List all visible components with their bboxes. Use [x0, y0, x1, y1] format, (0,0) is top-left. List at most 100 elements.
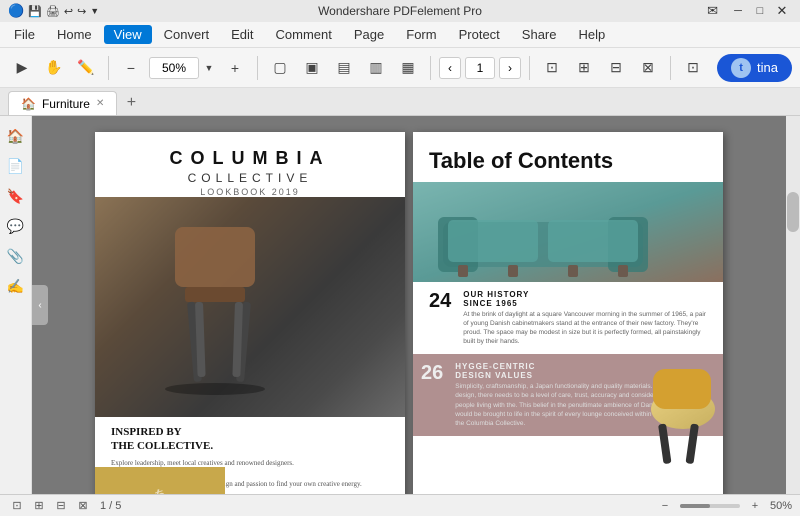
- pdf-page-left: COLUMBIA COLLECTIVE LOOKBOOK 2019: [95, 132, 405, 494]
- tab-close-button[interactable]: ✕: [96, 98, 104, 109]
- zoom-out-status-button[interactable]: −: [656, 497, 674, 515]
- title-bar-left-icons: 🔵 💾 🖨 ↩ ↪ ▼: [8, 3, 99, 19]
- menu-bar: File Home View Convert Edit Comment Page…: [0, 22, 800, 48]
- page-navigation: ‹ ›: [439, 57, 521, 79]
- two-page-view-button[interactable]: ▤: [330, 54, 358, 82]
- mail-icon[interactable]: ✉: [707, 3, 718, 19]
- menu-comment[interactable]: Comment: [266, 25, 342, 44]
- menu-home[interactable]: Home: [47, 25, 102, 44]
- zoom-dropdown-button[interactable]: ▼: [201, 54, 217, 82]
- status-bar-right: − + 50%: [656, 497, 792, 515]
- page-prev-button[interactable]: ‹: [439, 57, 461, 79]
- menu-convert[interactable]: Convert: [154, 25, 220, 44]
- sidebar-signature-icon[interactable]: ✍: [4, 274, 28, 298]
- minimize-button[interactable]: ─: [728, 3, 748, 19]
- toolbar: ▶ ✋ ✏️ − ▼ + ▢ ▣ ▤ ▥ ▦ ‹ › ⊡ ⊞ ⊟ ⊠ ⊡ t t…: [0, 48, 800, 88]
- window-title: Wondershare PDFelement Pro: [318, 4, 482, 18]
- status-bar: ⊡ ⊞ ⊟ ⊠ 1 / 5 − + 50%: [0, 494, 800, 516]
- window-controls: ✉ ─ □ ✕: [707, 3, 792, 19]
- status-single-page-icon[interactable]: ⊡: [8, 497, 26, 515]
- zoom-out-button[interactable]: −: [117, 54, 145, 82]
- menu-view[interactable]: View: [104, 25, 152, 44]
- zoom-control: ▼: [149, 54, 217, 82]
- left-sidebar: 🏠 📄 🔖 💬 📎 ✍: [0, 116, 32, 494]
- zoom-slider-fill: [680, 504, 710, 508]
- chair-image: [95, 197, 405, 417]
- toc-num-1: 24: [429, 290, 451, 346]
- yellow-chair-image: [633, 354, 723, 435]
- zoom-slider[interactable]: [680, 504, 740, 508]
- zoom-in-status-button[interactable]: +: [746, 497, 764, 515]
- two-continuous-view-button[interactable]: ▥: [362, 54, 390, 82]
- redo-icon[interactable]: ↪: [77, 5, 86, 18]
- fit-width-button[interactable]: ▦: [394, 54, 422, 82]
- sidebar-pages-icon[interactable]: 📄: [4, 154, 28, 178]
- tab-furniture[interactable]: 🏠 Furniture ✕: [8, 91, 117, 115]
- sidebar-home-icon[interactable]: 🏠: [4, 124, 28, 148]
- edit-tool-button[interactable]: ✏️: [72, 54, 100, 82]
- page-number-input[interactable]: [465, 57, 495, 79]
- toolbar-separator-4: [529, 56, 530, 80]
- menu-form[interactable]: Form: [396, 25, 446, 44]
- quick-print-icon[interactable]: 🖨: [46, 5, 60, 18]
- zoom-input[interactable]: [149, 57, 199, 79]
- status-grid-icon[interactable]: ⊠: [74, 497, 92, 515]
- dropdown-arrow-icon[interactable]: ▼: [90, 6, 99, 16]
- page-lookbook: LOOKBOOK 2019: [95, 187, 405, 197]
- single-page-view-button[interactable]: ▢: [266, 54, 294, 82]
- title-bar: 🔵 💾 🖨 ↩ ↪ ▼ Wondershare PDFelement Pro ✉…: [0, 0, 800, 22]
- menu-share[interactable]: Share: [512, 25, 567, 44]
- app-icon: 🔵: [8, 3, 24, 19]
- sofa-image: [413, 182, 723, 282]
- page-info-label: 1 / 5: [100, 500, 121, 512]
- undo-icon[interactable]: ↩: [64, 5, 73, 18]
- sidebar-bookmark-icon[interactable]: 🔖: [4, 184, 28, 208]
- status-view-icons: ⊡ ⊞ ⊟ ⊠: [8, 497, 92, 515]
- quick-save-icon[interactable]: 💾: [28, 5, 42, 18]
- toc-num-2: 26: [421, 362, 443, 427]
- status-continuous-icon[interactable]: ⊞: [30, 497, 48, 515]
- split-view-button[interactable]: ⊟: [602, 54, 630, 82]
- status-bar-left: ⊡ ⊞ ⊟ ⊠ 1 / 5: [8, 497, 121, 515]
- select-tool-button[interactable]: ▶: [8, 54, 36, 82]
- hand-tool-button[interactable]: ✋: [40, 54, 68, 82]
- zoom-in-button[interactable]: +: [221, 54, 249, 82]
- tab-bar: 🏠 Furniture ✕ +: [0, 88, 800, 116]
- tab-home-icon: 🏠: [21, 97, 36, 111]
- menu-edit[interactable]: Edit: [221, 25, 263, 44]
- zoom-percentage-label: 50%: [770, 500, 792, 512]
- toc-heading-1: OUR HISTORYSINCE 1965: [463, 290, 707, 308]
- menu-protect[interactable]: Protect: [449, 25, 510, 44]
- new-tab-button[interactable]: +: [121, 93, 141, 113]
- scrollbar-thumb[interactable]: [787, 192, 799, 232]
- compare-button[interactable]: ⊡: [679, 54, 707, 82]
- menu-help[interactable]: Help: [569, 25, 616, 44]
- sidebar-comment-icon[interactable]: 💬: [4, 214, 28, 238]
- menu-file[interactable]: File: [4, 25, 45, 44]
- grid-view-button[interactable]: ⊠: [634, 54, 662, 82]
- toolbar-separator-5: [670, 56, 671, 80]
- fit-page-button[interactable]: ⊡: [538, 54, 566, 82]
- toolbar-separator-1: [108, 56, 109, 80]
- toolbar-separator-2: [257, 56, 258, 80]
- toc-body-1: At the brink of daylight at a square Van…: [463, 310, 707, 346]
- chair-svg: [95, 197, 405, 417]
- user-name-label: tina: [757, 60, 778, 75]
- gold-accent-block: ℏ: [95, 467, 225, 494]
- menu-page[interactable]: Page: [344, 25, 394, 44]
- toc-text-1: OUR HISTORYSINCE 1965 At the brink of da…: [463, 290, 707, 346]
- continuous-view-button[interactable]: ▣: [298, 54, 326, 82]
- right-scrollbar[interactable]: [786, 116, 800, 494]
- brand-logo-icon: ℏ: [154, 487, 165, 495]
- page-next-button[interactable]: ›: [499, 57, 521, 79]
- sidebar-attachment-icon[interactable]: 📎: [4, 244, 28, 268]
- status-two-page-icon[interactable]: ⊟: [52, 497, 70, 515]
- maximize-button[interactable]: □: [750, 3, 770, 19]
- actual-size-button[interactable]: ⊞: [570, 54, 598, 82]
- main-area: 🏠 📄 🔖 💬 📎 ✍ ‹ COLUMBIA COLLECTIVE LOOKBO…: [0, 116, 800, 494]
- tab-label: Furniture: [42, 97, 90, 111]
- page-title: COLUMBIA: [95, 148, 405, 169]
- close-button[interactable]: ✕: [772, 3, 792, 19]
- user-account-button[interactable]: t tina: [717, 54, 792, 82]
- left-panel-collapse-button[interactable]: ‹: [32, 285, 48, 325]
